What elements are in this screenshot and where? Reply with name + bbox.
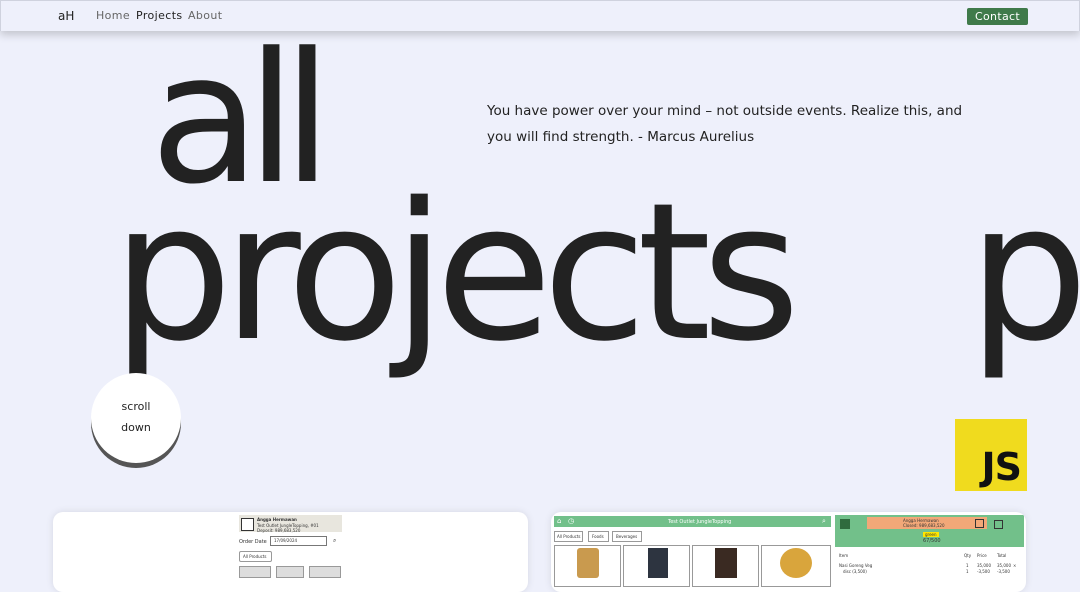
row-total: -3,500 (997, 569, 1010, 574)
site-logo[interactable]: aH (58, 9, 74, 23)
tab-all-products-label: All Products (557, 534, 581, 539)
edit-icon[interactable] (975, 519, 984, 528)
project1-user-panel: Angga Hermawan Test Outlet JungleTopping… (239, 515, 342, 533)
product-tile[interactable] (276, 566, 304, 578)
project2-user-panel: Angga Hermawan Closed: 989,683,520 green… (835, 515, 1024, 547)
order-date-label: Order Date (239, 539, 267, 545)
hero-word-projects: projects (112, 162, 800, 383)
order-date-field[interactable]: 17/09/2024 (270, 536, 327, 546)
project2-user-box: Angga Hermawan Closed: 989,683,520 (867, 517, 987, 529)
row-price: 35,000 (977, 563, 991, 568)
js-badge-label: JS (981, 445, 1022, 489)
javascript-logo-icon: JS (955, 419, 1027, 491)
all-products-button[interactable]: All Products (239, 551, 272, 562)
contact-button[interactable]: Contact (967, 8, 1028, 25)
project1-user-name: Angga Hermawan (257, 517, 297, 522)
project-card-1[interactable]: Angga Hermawan Test Outlet JungleTopping… (53, 512, 528, 592)
status-badge: green (923, 532, 939, 537)
scroll-down-button[interactable]: scroll down (91, 373, 181, 463)
project2-header: ⌂ ◷ Test Outlet JungleTopping ⌕ (554, 516, 831, 527)
history-icon[interactable]: ◷ (568, 517, 574, 525)
nav-link-home[interactable]: Home (96, 9, 130, 22)
tab-beverages-label: Beverages (616, 534, 638, 539)
row-item: Nasi Goreng Veg (839, 563, 873, 568)
project-card-2[interactable]: ⌂ ◷ Test Outlet JungleTopping ⌕ All Prod… (551, 512, 1026, 592)
row-qty: 1 (966, 569, 969, 574)
project1-preview: Angga Hermawan Test Outlet JungleTopping… (236, 512, 346, 582)
tab-all-products[interactable]: All Products (554, 531, 583, 542)
search-icon[interactable]: ⌕ (822, 517, 826, 526)
avatar (840, 519, 850, 529)
tab-foods-label: Foods (592, 534, 604, 539)
tab-beverages[interactable]: Beverages (612, 531, 642, 542)
product-tile[interactable] (309, 566, 341, 578)
product-tile[interactable] (623, 545, 690, 587)
avatar (241, 518, 254, 531)
scroll-label-line1: scroll (121, 400, 151, 413)
nav-link-about[interactable]: About (188, 9, 223, 22)
row-item: disc (3,500) (843, 569, 867, 574)
row-qty: 1 (966, 563, 969, 568)
home-icon[interactable]: ⌂ (557, 517, 561, 525)
remove-icon[interactable]: × (1013, 563, 1016, 568)
project2-user-sub: Closed: 989,683,520 (903, 523, 945, 528)
navbar: aH Home Projects About Contact (0, 0, 1080, 31)
all-products-label: All Products (243, 554, 267, 559)
col-qty: Qty (964, 553, 972, 558)
project1-user-deposit: Deposit: 989,683,520 (257, 528, 301, 533)
product-tile[interactable] (692, 545, 759, 587)
row-price: -3,500 (977, 569, 990, 574)
print-icon[interactable] (994, 520, 1003, 529)
search-icon[interactable]: ⌕ (333, 537, 336, 545)
row-total: 35,000 (997, 563, 1011, 568)
product-tile[interactable] (761, 545, 831, 587)
product-tile[interactable] (239, 566, 271, 578)
project2-header-title: Test Outlet JungleTopping (668, 519, 732, 525)
nav-link-projects[interactable]: Projects (136, 9, 183, 22)
hero-quote: You have power over your mind – not outs… (487, 103, 963, 145)
product-tile[interactable] (554, 545, 621, 587)
tab-foods[interactable]: Foods (588, 531, 609, 542)
scroll-label-line2: down (121, 421, 151, 434)
hero-word-partial: p (968, 162, 1080, 383)
project2-count: 67/500 (923, 538, 941, 544)
col-item: Item (839, 553, 849, 558)
order-date-value: 17/09/2024 (274, 538, 298, 543)
col-total: Total (997, 553, 1007, 558)
col-price: Price (977, 553, 987, 558)
